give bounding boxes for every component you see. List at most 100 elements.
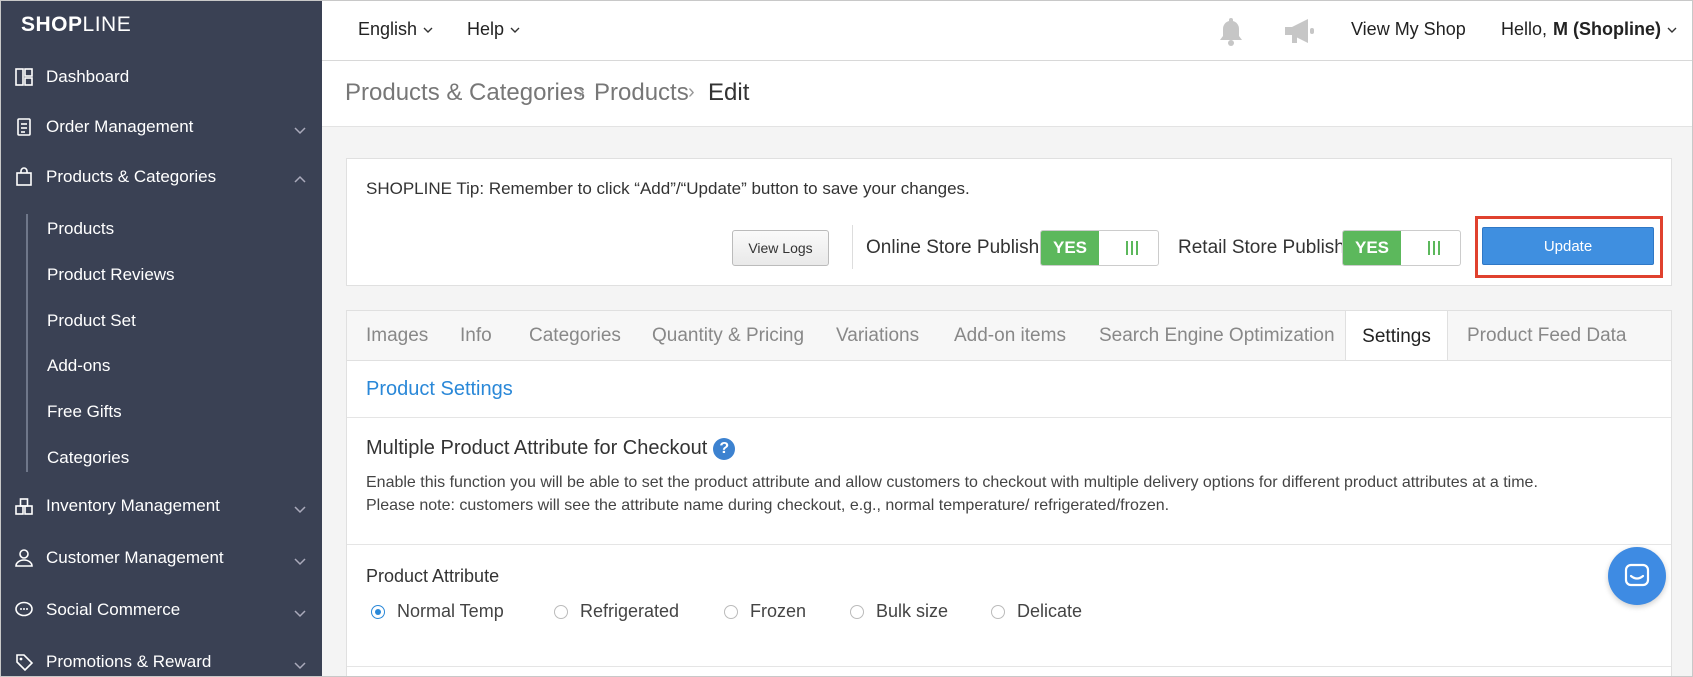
app-window: SHOPLINE Dashboard Order Management Prod… xyxy=(0,0,1693,677)
tab-add-on-items[interactable]: Add-on items xyxy=(954,311,1066,361)
dashboard-icon xyxy=(13,66,35,88)
tab-settings[interactable]: Settings xyxy=(1345,311,1448,362)
view-logs-button[interactable]: View Logs xyxy=(732,230,829,266)
sidebar-subitem-product-reviews[interactable]: Product Reviews xyxy=(47,260,175,290)
sidebar-item-label: Customer Management xyxy=(46,548,224,567)
help-icon[interactable]: ? xyxy=(713,437,736,460)
tip-text: SHOPLINE Tip: Remember to click “Add”/“U… xyxy=(366,179,970,198)
sidebar-item-social-commerce[interactable]: Social Commerce xyxy=(1,590,322,630)
chat-icon xyxy=(1624,563,1650,587)
breadcrumb-separator: › xyxy=(578,81,585,103)
breadcrumb: Products & Categories › Products › Edit xyxy=(322,61,1692,127)
radio-delicate[interactable]: Delicate xyxy=(991,601,1082,622)
help-label: Help xyxy=(467,19,505,39)
radio-unselected-icon xyxy=(850,604,864,619)
radio-label: Delicate xyxy=(1017,601,1083,621)
sidebar-subitem-product-set[interactable]: Product Set xyxy=(47,306,136,336)
description-line: Enable this function you will be able to… xyxy=(366,474,1538,491)
attribute-description: Enable this function you will be able to… xyxy=(366,471,1538,517)
sidebar-subitem-free-gifts[interactable]: Free Gifts xyxy=(47,397,122,427)
chat-launcher-button[interactable] xyxy=(1608,547,1666,605)
grip-icon xyxy=(1126,241,1140,255)
chevron-down-icon xyxy=(1667,27,1677,33)
sidebar-item-promotions-reward[interactable]: Promotions & Reward xyxy=(1,642,322,676)
divider xyxy=(852,225,853,269)
tip-panel: SHOPLINE Tip: Remember to click “Add”/“U… xyxy=(346,158,1672,286)
sidebar-item-label: Order Management xyxy=(46,117,194,136)
retail-store-publish-label: Retail Store Publish xyxy=(1178,237,1345,258)
breadcrumb-products[interactable]: Products xyxy=(594,79,689,107)
sidebar-subitem-categories[interactable]: Categories xyxy=(47,443,129,473)
chevron-down-icon xyxy=(423,27,433,33)
radio-label: Refrigerated xyxy=(580,601,680,621)
language-dropdown[interactable]: English xyxy=(358,19,433,40)
view-my-shop-link[interactable]: View My Shop xyxy=(1351,19,1466,40)
settings-card: Product Settings Multiple Product Attrib… xyxy=(346,360,1672,676)
chevron-down-icon xyxy=(294,121,306,135)
chevron-up-icon xyxy=(294,171,306,183)
language-label: English xyxy=(358,19,418,39)
breadcrumb-edit: Edit xyxy=(708,79,750,106)
retail-store-publish-toggle[interactable]: YES xyxy=(1342,230,1461,266)
bell-icon[interactable] xyxy=(1215,15,1247,47)
sidebar-item-label: Inventory Management xyxy=(46,496,220,515)
chevron-down-icon xyxy=(294,656,306,670)
clipboard-icon xyxy=(13,116,35,138)
sidebar-item-dashboard[interactable]: Dashboard xyxy=(1,57,322,97)
sidebar-subitem-add-ons[interactable]: Add-ons xyxy=(47,351,110,381)
shopline-logo[interactable]: SHOPLINE xyxy=(21,13,131,37)
chevron-down-icon xyxy=(294,604,306,618)
product-attribute-label: Product Attribute xyxy=(366,566,500,586)
sidebar-item-label: Social Commerce xyxy=(46,600,181,619)
tab-product-feed-data[interactable]: Product Feed Data xyxy=(1467,311,1626,361)
user-menu[interactable]: Hello, M (Shopline) xyxy=(1501,19,1677,40)
sidebar-item-customer-management[interactable]: Customer Management xyxy=(1,538,322,578)
section-title: Product Settings xyxy=(366,378,513,400)
tab-info[interactable]: Info xyxy=(460,311,492,361)
radio-refrigerated[interactable]: Refrigerated xyxy=(554,601,679,622)
chat-icon xyxy=(13,599,35,621)
tab-quantity-pricing[interactable]: Quantity & Pricing xyxy=(652,311,804,361)
radio-label: Bulk size xyxy=(876,601,949,621)
radio-unselected-icon xyxy=(724,604,738,619)
sidebar-item-products-categories[interactable]: Products & Categories xyxy=(1,157,322,197)
tag-icon xyxy=(13,651,35,673)
tab-variations[interactable]: Variations xyxy=(836,311,919,361)
tab-images[interactable]: Images xyxy=(366,311,428,361)
user-name: M (Shopline) xyxy=(1553,19,1662,39)
chevron-down-icon xyxy=(294,500,306,514)
toggle-on-label: YES xyxy=(1041,231,1099,265)
warehouse-icon xyxy=(13,495,35,517)
toggle-on-label: YES xyxy=(1343,231,1401,265)
tab-seo[interactable]: Search Engine Optimization xyxy=(1099,311,1335,361)
sidebar-item-order-management[interactable]: Order Management xyxy=(1,107,322,147)
top-bar: English Help View My Shop Hello, M (Shop… xyxy=(322,1,1692,61)
breadcrumb-products-categories[interactable]: Products & Categories xyxy=(345,79,585,107)
radio-bulk-size[interactable]: Bulk size xyxy=(850,601,948,622)
divider xyxy=(347,417,1671,418)
greeting-label: Hello, xyxy=(1501,19,1548,39)
user-icon xyxy=(13,547,35,569)
sidebar-subitem-products[interactable]: Products xyxy=(47,214,114,244)
online-store-publish-toggle[interactable]: YES xyxy=(1040,230,1159,266)
sidebar-item-label: Dashboard xyxy=(46,67,130,86)
grip-icon xyxy=(1428,241,1442,255)
radio-unselected-icon xyxy=(554,604,568,619)
update-button[interactable]: Update xyxy=(1482,227,1654,265)
radio-frozen[interactable]: Frozen xyxy=(724,601,806,622)
radio-unselected-icon xyxy=(991,604,1005,619)
radio-label: Frozen xyxy=(750,601,807,621)
submenu-divider xyxy=(26,214,28,472)
megaphone-icon[interactable] xyxy=(1282,15,1314,47)
sidebar-item-inventory-management[interactable]: Inventory Management xyxy=(1,486,322,526)
tab-categories[interactable]: Categories xyxy=(529,311,621,361)
sidebar-item-label: Products & Categories xyxy=(46,167,217,186)
help-dropdown[interactable]: Help xyxy=(467,19,520,40)
divider xyxy=(347,544,1671,545)
radio-normal-temp[interactable]: Normal Temp xyxy=(371,601,504,622)
sidebar-item-label: Promotions & Reward xyxy=(46,652,212,671)
attribute-heading-label: Multiple Product Attribute for Checkout xyxy=(366,437,708,459)
tab-bar: Images Info Categories Quantity & Pricin… xyxy=(346,310,1672,362)
attribute-heading: Multiple Product Attribute for Checkout … xyxy=(366,437,736,460)
online-store-publish-label: Online Store Publish xyxy=(866,237,1040,258)
